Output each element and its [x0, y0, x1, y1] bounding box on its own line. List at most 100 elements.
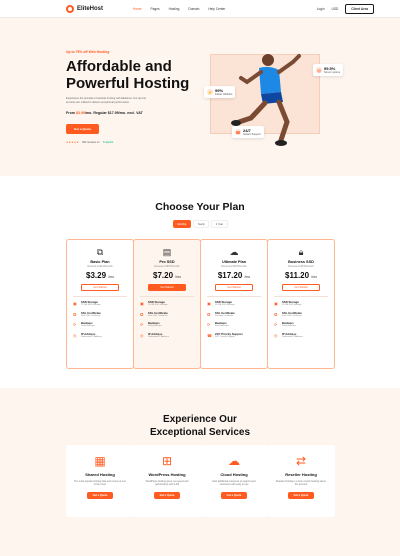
hero-title: Affordable and Powerful Hosting: [66, 58, 190, 92]
service-card-cloud: ☁ Cloud Hosting Gain additional resource…: [200, 445, 268, 517]
service-description: Gain additional resources to support you…: [212, 480, 256, 487]
hero-section: [0, 18, 400, 176]
hero-description: Experience the pinnacle of website hosti…: [66, 97, 147, 104]
server-icon: ▤: [316, 67, 322, 73]
brand-logo[interactable]: EliteHost: [66, 4, 104, 13]
plan-price: $3.29 /mo: [67, 271, 133, 280]
stat-label: Server uptime: [324, 71, 341, 74]
menu-item-hosting[interactable]: Hosting: [169, 7, 180, 11]
feature-detail: 20 GB SSD Storage: [215, 304, 235, 307]
plan-renew: Renews at $3.29/month: [87, 265, 113, 268]
feature-item: ✪ SSL Certificate Free SSL Certificate: [140, 311, 200, 319]
menu-item-pages[interactable]: Pages: [151, 7, 160, 11]
reseller-icon: ⇄: [295, 454, 307, 468]
rating-stars-icon: ★★★★★: [66, 141, 80, 144]
get-quote-button[interactable]: Get a Quote: [66, 124, 99, 134]
services-section: Experience Our Exceptional Services ▦ Sh…: [0, 388, 400, 556]
feature-detail: 24/7 Priority Support: [215, 336, 235, 339]
feature-item: ✪ SSL Certificate Free SSL Certificate: [73, 310, 133, 319]
feature-item: ◎ IP Address Dedicated IP Address: [274, 332, 334, 340]
get-quote-button[interactable]: Get a Quote: [288, 491, 314, 499]
toggle-2-year[interactable]: 2 Year: [211, 220, 228, 228]
menu-item-home[interactable]: Home: [133, 7, 142, 11]
feature-item: ▣ SSD Storage 75 GB SSD Storage: [73, 300, 133, 308]
client-area-button[interactable]: Client Area: [345, 3, 374, 14]
storage-icon: ▣: [274, 301, 278, 306]
price-prefix: From: [66, 111, 75, 115]
price-value: $11.20: [285, 271, 310, 280]
services-title: Experience Our Exceptional Services: [0, 413, 400, 439]
plan-renew: Renews at $5.53/month: [154, 265, 180, 268]
price-value: $7.20: [153, 271, 174, 280]
feature-detail: Daily Backups: [215, 325, 229, 328]
certificate-icon: ✪: [207, 311, 211, 317]
price-unit: /mo: [244, 275, 251, 279]
get-started-button[interactable]: Get Started: [148, 284, 186, 291]
get-quote-button[interactable]: Get a Quote: [154, 491, 180, 499]
menu-item-domain[interactable]: Domain: [188, 7, 199, 11]
get-quote-button[interactable]: Get a Quote: [87, 491, 113, 499]
lock-icon: 🔒︎: [298, 247, 304, 257]
main-menu: Home Pages Hosting Domain Help Center: [133, 7, 225, 11]
feature-item: ◎ IP Address Dedicated IP Address: [140, 332, 200, 340]
feature-detail: Daily Backups: [81, 325, 95, 328]
get-started-button[interactable]: Get Started: [215, 284, 253, 291]
feature-detail: Dedicated IP Address: [282, 336, 303, 339]
feature-item: ▣ SSD Storage 10 GB SSD Storage: [140, 300, 200, 308]
service-name: Reseller Hosting: [285, 472, 317, 477]
ip-icon: ◎: [274, 332, 278, 338]
shared-hosting-icon: ▦: [94, 454, 106, 468]
price-value: $17.20: [217, 271, 243, 280]
feature-title: SSL Certificate: [81, 310, 101, 315]
menu-item-help-center[interactable]: Help Center: [208, 7, 225, 11]
get-started-button[interactable]: Get Started: [81, 284, 119, 291]
hero-promo: Up to 75% off Web Hosting: [66, 50, 110, 54]
plan-renew: Renews at $2.53/month: [221, 265, 247, 268]
feature-item: ▣ SSD Storage 50 GB SSD Storage: [274, 300, 334, 308]
ip-icon: ◎: [73, 332, 77, 338]
plan-card-pro: ▤ Pro SSD Renews at $5.53/month $7.20 /m…: [133, 239, 201, 369]
divider: [274, 296, 328, 297]
feature-item: ◎ IP Address Dedicated IP Address: [73, 332, 133, 340]
stat-label: Faster Website: [215, 93, 233, 96]
plan-card-ultimate: ☁ Ultimate Plan Renews at $2.53/month $1…: [200, 239, 268, 369]
get-quote-button[interactable]: Get a Quote: [221, 491, 247, 499]
service-description: Reseller hosting is a form of web hostin…: [275, 480, 327, 487]
backup-icon: ⟳: [274, 322, 278, 328]
server-icon: ▤: [162, 247, 172, 257]
service-card-wordpress: ⊞ WordPress Hosting WordPress hosting gi…: [133, 445, 201, 517]
nav-right: Login USD Client Area: [317, 3, 374, 14]
trustpilot-logo: Trustpilot: [102, 141, 114, 144]
plan-price: $11.20 /mo: [268, 271, 334, 280]
brand-name: EliteHost: [77, 5, 104, 12]
toggle-monthly[interactable]: Monthly: [173, 220, 192, 228]
get-started-button[interactable]: Get Started: [282, 284, 320, 291]
plan-price: $17.20 /mo: [201, 271, 267, 280]
backup-icon: ⟳: [140, 322, 144, 328]
plan-price: $7.20 /mo: [134, 271, 200, 280]
price-unit: /mo: [175, 275, 181, 279]
support-icon: ☎: [207, 332, 212, 338]
divider: [73, 296, 127, 297]
currency-select[interactable]: USD: [332, 7, 339, 11]
login-link[interactable]: Login: [317, 7, 325, 11]
speed-icon: ⚡: [207, 89, 213, 95]
storage-icon: ▣: [140, 301, 144, 306]
toggle-yearly[interactable]: Yearly: [193, 220, 210, 228]
service-card-reseller: ⇄ Reseller Hosting Reseller hosting is a…: [267, 445, 335, 517]
plan-card-basic: ⧉ Basic Plan Renews at $3.29/month $3.29…: [66, 239, 134, 369]
price-unit: /mo: [108, 275, 114, 279]
feature-title: SSL Certificate: [282, 310, 302, 315]
price-unit: /mo: [311, 275, 317, 279]
feature-detail: Daily Backups: [148, 325, 162, 328]
feature-item: ⟳ Backups Daily Backups: [274, 322, 334, 329]
service-description: WordPress hosting gives you speed and pe…: [145, 480, 189, 487]
feature-item: ✪ SSL Certificate Friendly Certificate: [207, 310, 267, 319]
billing-toggle: Monthly Yearly 2 Year: [173, 220, 228, 228]
reviews-count: 952 reviews on: [82, 141, 100, 144]
feature-item: ☎ 24/7 Priority Support 24/7 Priority Supp…: [207, 332, 267, 340]
plan-renew: Renews at $3.53/month: [288, 265, 314, 268]
storage-icon: ▣: [73, 301, 77, 306]
feature-title: SSL Certificate: [215, 310, 235, 315]
feature-detail: Free SSL Certificate: [81, 314, 101, 317]
